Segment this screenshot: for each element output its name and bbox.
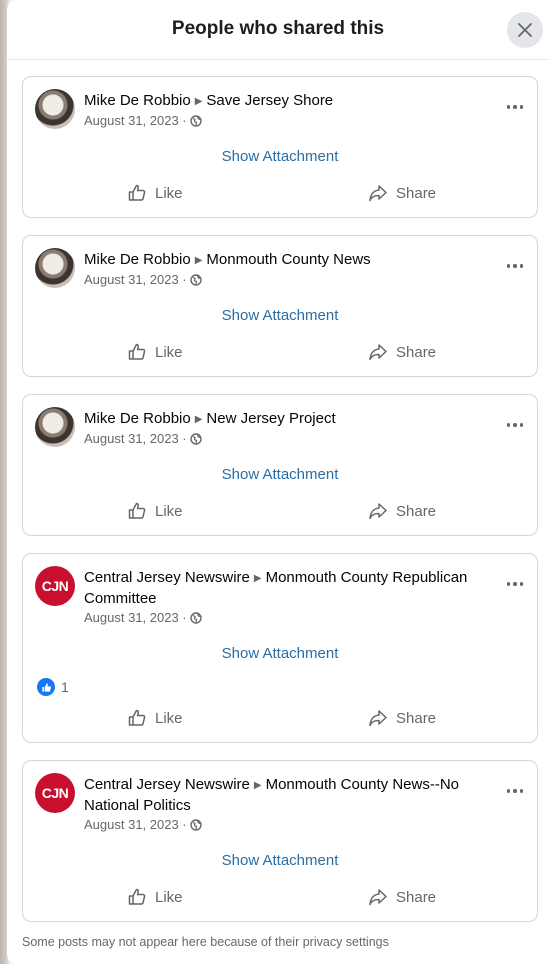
share-arrow-icon bbox=[369, 503, 387, 520]
shared-post-card: CJN Central Jersey Newswire ▶ Monmouth Cou… bbox=[22, 760, 538, 922]
shared-post-card: Mike De Robbio ▶ Save Jersey Shore August … bbox=[22, 76, 538, 218]
caret-right-icon: ▶ bbox=[253, 573, 262, 584]
share-button[interactable]: Share bbox=[368, 342, 436, 362]
post-date[interactable]: August 31, 2023 · bbox=[84, 272, 187, 287]
share-button[interactable]: Share bbox=[368, 183, 436, 203]
globe-icon bbox=[189, 114, 202, 127]
post-actions: Like Share bbox=[23, 501, 537, 525]
post-header: Central Jersey Newswire ▶ Monmouth County … bbox=[84, 775, 495, 832]
share-arrow-icon bbox=[369, 185, 387, 202]
like-button[interactable]: Like bbox=[127, 183, 183, 203]
thumbs-up-icon bbox=[128, 888, 146, 905]
like-button[interactable]: Like bbox=[127, 342, 183, 362]
post-actions: Like Share bbox=[23, 342, 537, 366]
post-header: Central Jersey Newswire ▶ Monmouth County … bbox=[84, 568, 495, 625]
avatar[interactable] bbox=[35, 89, 75, 129]
caret-right-icon: ▶ bbox=[194, 414, 203, 425]
show-attachment-link[interactable]: Show Attachment bbox=[23, 148, 537, 165]
globe-icon bbox=[189, 611, 202, 624]
post-date[interactable]: August 31, 2023 · bbox=[84, 431, 187, 446]
show-attachment-link[interactable]: Show Attachment bbox=[23, 852, 537, 869]
post-header: Mike De Robbio ▶ Save Jersey Shore August … bbox=[84, 91, 495, 128]
post-actions: Like Share bbox=[23, 708, 537, 732]
shared-post-card: Mike De Robbio ▶ Monmouth County News Augu… bbox=[22, 235, 538, 377]
dialog-title: People who shared this bbox=[171, 18, 385, 39]
avatar[interactable]: CJN bbox=[35, 566, 75, 606]
caret-right-icon: ▶ bbox=[194, 255, 203, 266]
shared-post-card: Mike De Robbio ▶ New Jersey Project August… bbox=[22, 394, 538, 536]
show-attachment-link[interactable]: Show Attachment bbox=[23, 307, 537, 324]
close-button[interactable] bbox=[507, 12, 543, 48]
reaction-summary[interactable]: 1 bbox=[37, 678, 69, 696]
more-options-button[interactable] bbox=[503, 256, 527, 276]
target-link[interactable]: New Jersey Project bbox=[206, 410, 335, 427]
show-attachment-link[interactable]: Show Attachment bbox=[23, 466, 537, 483]
post-header: Mike De Robbio ▶ Monmouth County News Augu… bbox=[84, 250, 495, 287]
post-date[interactable]: August 31, 2023 · bbox=[84, 817, 187, 832]
more-options-button[interactable] bbox=[503, 781, 527, 801]
more-options-button[interactable] bbox=[503, 574, 527, 594]
thumbs-up-icon bbox=[128, 502, 146, 519]
shared-post-card: CJN Central Jersey Newswire ▶ Monmouth Cou… bbox=[22, 553, 538, 743]
globe-icon bbox=[189, 432, 202, 445]
more-options-button[interactable] bbox=[503, 415, 527, 435]
post-header: Mike De Robbio ▶ New Jersey Project August… bbox=[84, 409, 495, 446]
globe-icon bbox=[189, 818, 202, 831]
thumbs-up-icon bbox=[128, 184, 146, 201]
like-button[interactable]: Like bbox=[127, 708, 183, 728]
like-button[interactable]: Like bbox=[127, 501, 183, 521]
avatar[interactable] bbox=[35, 248, 75, 288]
target-link[interactable]: Monmouth County News bbox=[206, 251, 370, 268]
share-button[interactable]: Share bbox=[368, 708, 436, 728]
caret-right-icon: ▶ bbox=[253, 780, 262, 791]
more-options-button[interactable] bbox=[503, 97, 527, 117]
target-link[interactable]: Save Jersey Shore bbox=[206, 92, 333, 109]
avatar[interactable]: CJN bbox=[35, 773, 75, 813]
author-link[interactable]: Central Jersey Newswire bbox=[84, 776, 250, 793]
shares-dialog: People who shared this Mike De Robbio ▶ Sa… bbox=[7, 0, 549, 964]
author-link[interactable]: Mike De Robbio bbox=[84, 251, 191, 268]
reaction-count: 1 bbox=[61, 679, 69, 695]
author-link[interactable]: Mike De Robbio bbox=[84, 410, 191, 427]
close-icon bbox=[518, 23, 532, 37]
privacy-note: Some posts may not appear here because o… bbox=[22, 935, 389, 949]
author-link[interactable]: Central Jersey Newswire bbox=[84, 569, 250, 586]
post-actions: Like Share bbox=[23, 183, 537, 207]
author-link[interactable]: Mike De Robbio bbox=[84, 92, 191, 109]
post-date[interactable]: August 31, 2023 · bbox=[84, 610, 187, 625]
caret-right-icon: ▶ bbox=[194, 96, 203, 107]
share-arrow-icon bbox=[369, 710, 387, 727]
like-reaction-icon bbox=[37, 678, 55, 696]
thumbs-up-icon bbox=[128, 343, 146, 360]
show-attachment-link[interactable]: Show Attachment bbox=[23, 645, 537, 662]
avatar[interactable] bbox=[35, 407, 75, 447]
share-arrow-icon bbox=[369, 889, 387, 906]
thumbs-up-icon bbox=[128, 709, 146, 726]
share-button[interactable]: Share bbox=[368, 501, 436, 521]
dialog-header: People who shared this bbox=[7, 0, 549, 60]
post-actions: Like Share bbox=[23, 887, 537, 911]
post-date[interactable]: August 31, 2023 · bbox=[84, 113, 187, 128]
globe-icon bbox=[189, 273, 202, 286]
like-button[interactable]: Like bbox=[127, 887, 183, 907]
share-arrow-icon bbox=[369, 344, 387, 361]
share-button[interactable]: Share bbox=[368, 887, 436, 907]
